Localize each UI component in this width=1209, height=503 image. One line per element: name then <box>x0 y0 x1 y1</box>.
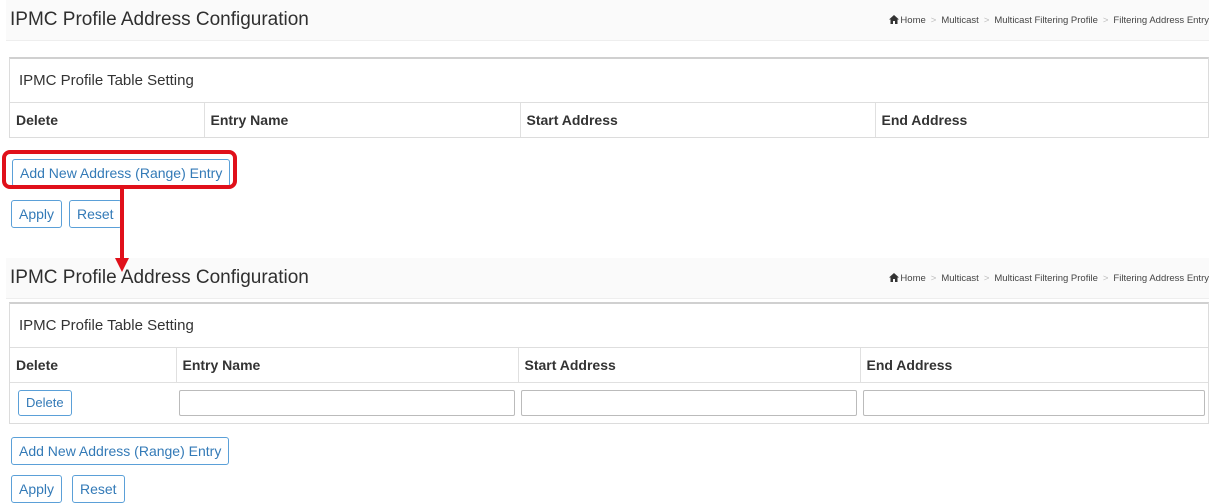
breadcrumb: Home > Multicast > Multicast Filtering Profi… <box>889 273 1209 284</box>
column-header-end-address: End Address <box>866 357 953 373</box>
page-title: IPMC Profile Address Configuration <box>10 9 309 30</box>
table-header-row: Delete Entry Name Start Address End Addr… <box>10 103 1208 137</box>
breadcrumb-multicast[interactable]: Multicast <box>941 273 978 284</box>
breadcrumb-separator: > <box>930 15 937 26</box>
table-caption: IPMC Profile Table Setting <box>10 304 1208 348</box>
column-header-entry-name: Entry Name <box>176 348 519 383</box>
breadcrumb-home[interactable]: Home <box>900 15 925 26</box>
apply-button[interactable]: Apply <box>11 200 63 228</box>
delete-button[interactable]: Delete <box>18 390 72 416</box>
column-header-start-address: Start Address <box>518 348 861 383</box>
column-header-entry-name: Entry Name <box>204 103 521 137</box>
config-panel-before: IPMC Profile Address Configuration Home >… <box>6 0 1209 232</box>
page-title: IPMC Profile Address Configuration <box>10 267 309 288</box>
profile-table: Delete Entry Name Start Address End Addr… <box>10 103 1208 137</box>
add-new-address-entry-button[interactable]: Add New Address (Range) Entry <box>11 437 230 465</box>
reset-button[interactable]: Reset <box>69 200 122 228</box>
column-header-delete: Delete <box>10 348 177 383</box>
home-icon <box>889 15 900 24</box>
end-address-cell <box>860 382 1208 423</box>
config-panel-after: IPMC Profile Address Configuration Home >… <box>6 258 1209 503</box>
table-row: Delete <box>10 382 1208 423</box>
breadcrumb: Home > Multicast > Multicast Filtering Profi… <box>889 15 1209 26</box>
start-address-cell <box>518 382 860 423</box>
breadcrumb-multicast-filtering-profile[interactable]: Multicast Filtering Profile <box>994 273 1097 284</box>
page-header: IPMC Profile Address Configuration Home >… <box>6 258 1209 299</box>
column-header-start-address: Start Address <box>520 103 876 137</box>
breadcrumb-multicast[interactable]: Multicast <box>941 15 978 26</box>
breadcrumb-separator: > <box>1102 273 1109 284</box>
profile-table: Delete Entry Name Start Address End Addr… <box>10 348 1208 423</box>
profile-table-box: IPMC Profile Table Setting Delete Entry … <box>9 57 1209 138</box>
profile-table-box: IPMC Profile Table Setting Delete Entry … <box>9 302 1209 424</box>
breadcrumb-separator: > <box>983 15 990 26</box>
breadcrumb-filtering-address-entry: Filtering Address Entry <box>1113 15 1209 26</box>
breadcrumb-filtering-address-entry: Filtering Address Entry <box>1113 273 1209 284</box>
start-address-input[interactable] <box>521 390 857 416</box>
breadcrumb-multicast-filtering-profile[interactable]: Multicast Filtering Profile <box>994 15 1097 26</box>
table-caption: IPMC Profile Table Setting <box>10 59 1208 103</box>
entry-name-cell <box>176 382 518 423</box>
breadcrumb-separator: > <box>983 273 990 284</box>
delete-cell: Delete <box>10 382 176 423</box>
entry-name-input[interactable] <box>179 390 515 416</box>
column-header-end-address: End Address <box>881 112 968 128</box>
breadcrumb-separator: > <box>930 273 937 284</box>
column-header-delete: Delete <box>10 103 205 137</box>
page-header: IPMC Profile Address Configuration Home >… <box>6 0 1209 41</box>
end-address-input[interactable] <box>863 390 1205 416</box>
breadcrumb-separator: > <box>1102 15 1109 26</box>
table-header-row: Delete Entry Name Start Address End Addr… <box>10 348 1208 383</box>
breadcrumb-home[interactable]: Home <box>900 273 925 284</box>
home-icon <box>889 273 900 282</box>
highlight-box <box>2 150 237 189</box>
